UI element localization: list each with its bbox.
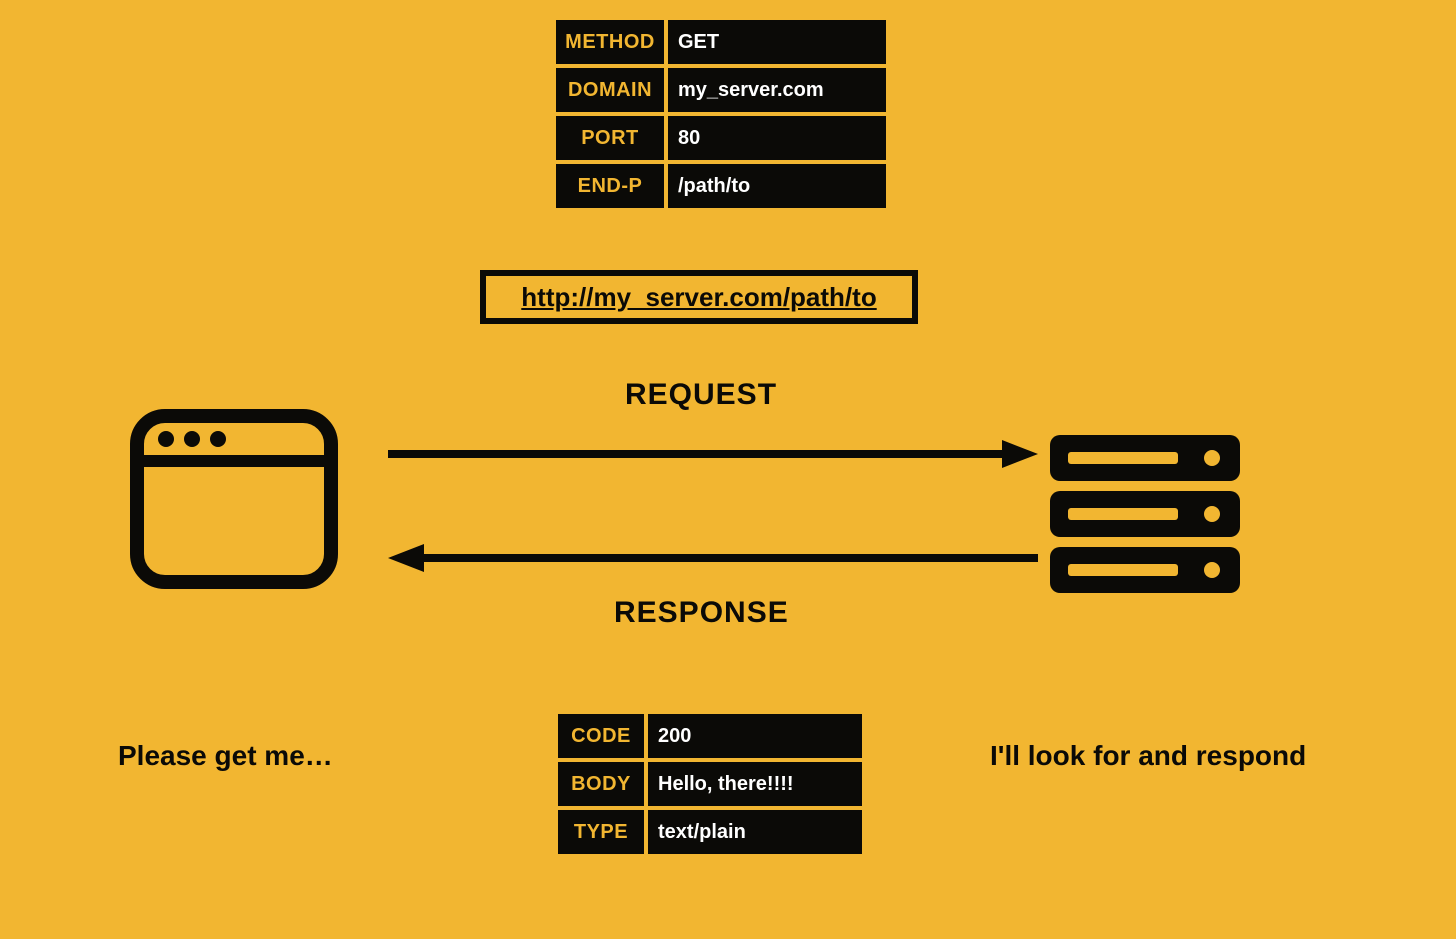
response-val-code: 200	[648, 714, 862, 758]
response-val-body: Hello, there!!!!	[648, 762, 862, 806]
request-val-port: 80	[668, 116, 886, 160]
table-row: METHOD GET	[556, 20, 886, 64]
request-key-domain: DOMAIN	[556, 68, 664, 112]
request-key-endpoint: END-P	[556, 164, 664, 208]
response-arrow-icon	[388, 538, 1038, 578]
request-val-method: GET	[668, 20, 886, 64]
request-label: REQUEST	[625, 378, 777, 412]
response-key-code: CODE	[558, 714, 644, 758]
response-label: RESPONSE	[614, 596, 789, 630]
table-row: BODY Hello, there!!!!	[558, 762, 862, 806]
response-val-type: text/plain	[648, 810, 862, 854]
table-row: END-P /path/to	[556, 164, 886, 208]
response-table: CODE 200 BODY Hello, there!!!! TYPE text…	[558, 714, 862, 854]
client-caption: Please get me…	[118, 740, 333, 772]
response-key-type: TYPE	[558, 810, 644, 854]
table-row: PORT 80	[556, 116, 886, 160]
table-row: TYPE text/plain	[558, 810, 862, 854]
request-table: METHOD GET DOMAIN my_server.com PORT 80 …	[556, 20, 886, 208]
request-key-method: METHOD	[556, 20, 664, 64]
full-url-link[interactable]: http://my_server.com/path/to	[521, 282, 876, 313]
request-arrow-icon	[388, 434, 1038, 474]
table-row: CODE 200	[558, 714, 862, 758]
request-val-endpoint: /path/to	[668, 164, 886, 208]
response-key-body: BODY	[558, 762, 644, 806]
server-caption: I'll look for and respond	[990, 740, 1306, 772]
request-val-domain: my_server.com	[668, 68, 886, 112]
browser-window-icon	[130, 409, 338, 589]
full-url-box: http://my_server.com/path/to	[480, 270, 918, 324]
server-stack-icon	[1050, 435, 1240, 600]
request-key-port: PORT	[556, 116, 664, 160]
table-row: DOMAIN my_server.com	[556, 68, 886, 112]
